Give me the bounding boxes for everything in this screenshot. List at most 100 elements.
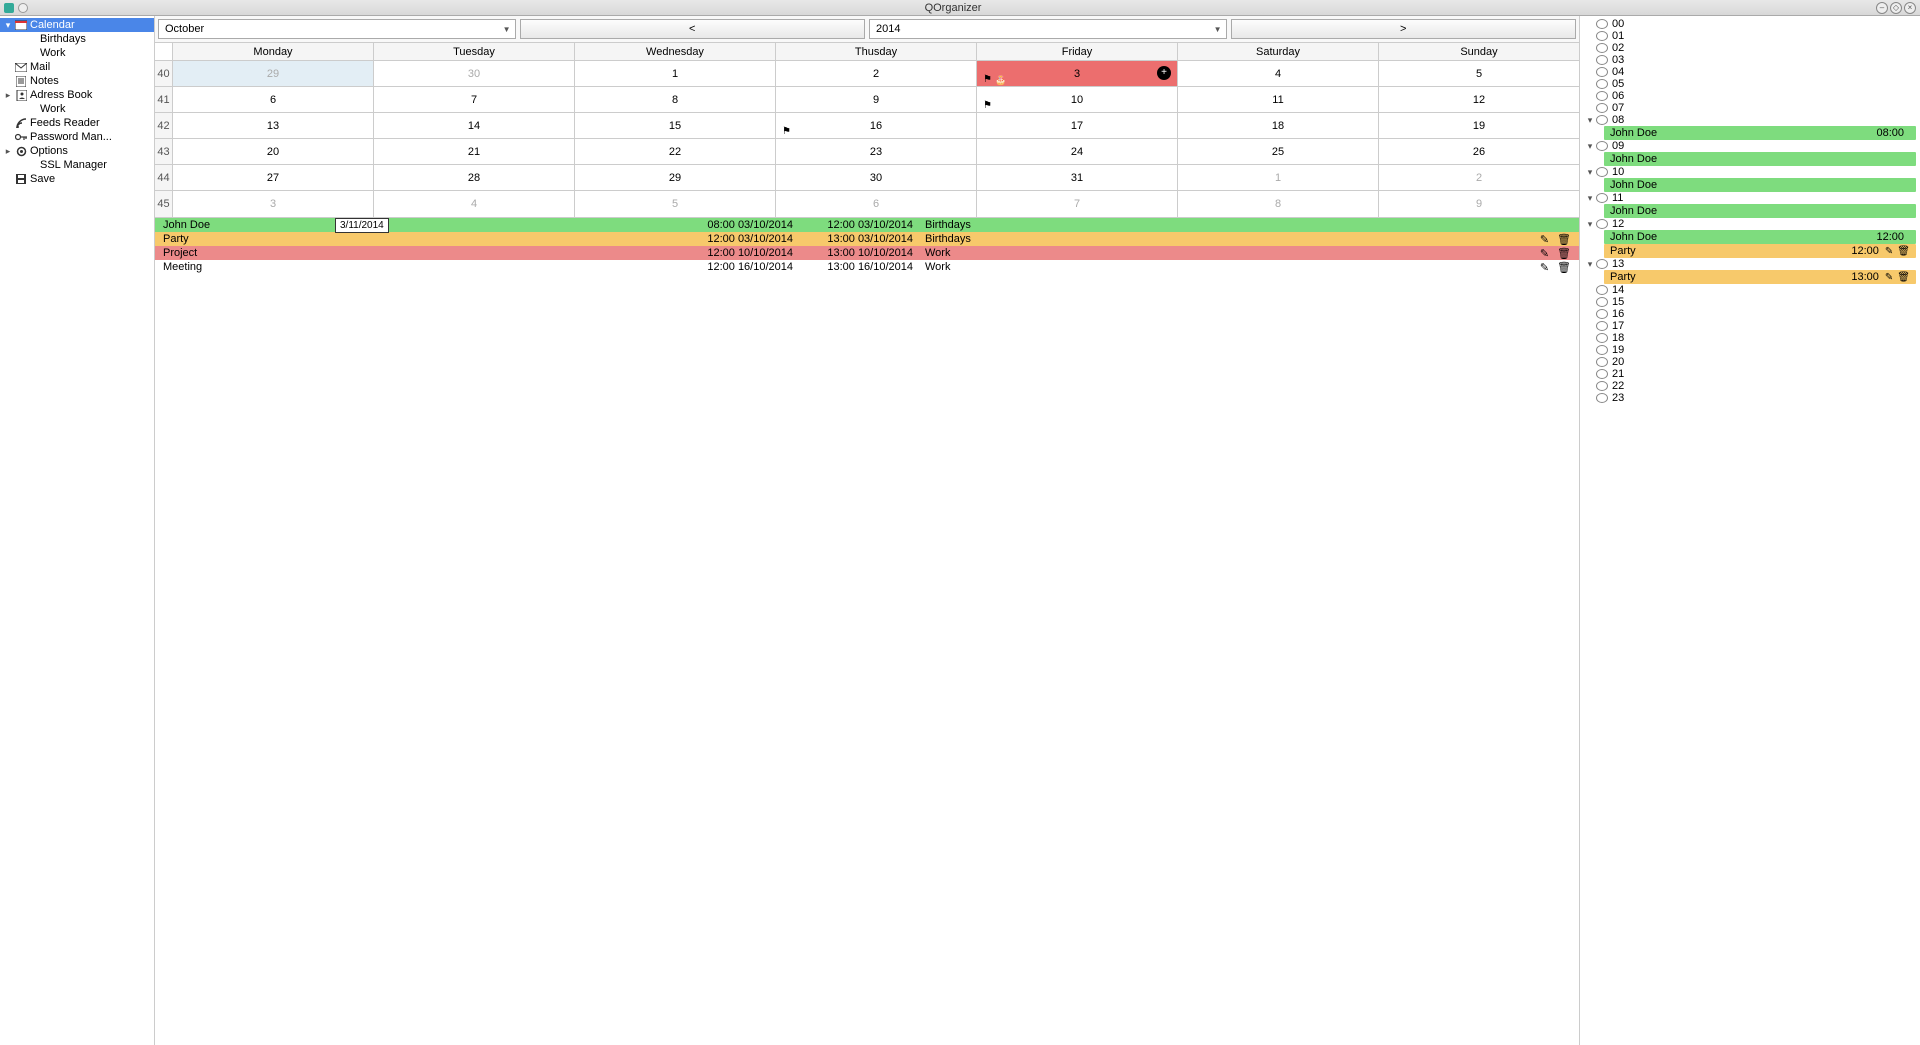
delete-icon[interactable]: 🗑 <box>1557 233 1571 246</box>
close-button[interactable]: × <box>1904 2 1916 14</box>
timeline-hour[interactable]: 01 <box>1584 30 1916 42</box>
event-row[interactable]: Party12:00 03/10/201413:00 03/10/2014Bir… <box>155 232 1579 246</box>
timeline-hour[interactable]: 21 <box>1584 368 1916 380</box>
edit-icon[interactable]: ✎ <box>1885 246 1893 257</box>
hour-radio-icon[interactable] <box>1596 297 1608 307</box>
delete-icon[interactable]: 🗑 <box>1897 272 1910 283</box>
month-select[interactable]: October ▼ <box>158 19 516 39</box>
timeline-event[interactable]: Party12:00✎🗑 <box>1604 244 1916 258</box>
sidebar-subitem-birthdays[interactable]: Birthdays <box>0 32 154 46</box>
delete-icon[interactable]: 🗑 <box>1557 247 1571 260</box>
calendar-cell[interactable]: 11 <box>1178 87 1379 112</box>
edit-icon[interactable]: ✎ <box>1885 272 1893 283</box>
timeline-hour[interactable]: ▾11 <box>1584 192 1916 204</box>
timeline-hour[interactable]: ▾12 <box>1584 218 1916 230</box>
sidebar-item-feeds-reader[interactable]: Feeds Reader <box>0 116 154 130</box>
hour-radio-icon[interactable] <box>1596 219 1608 229</box>
calendar-cell[interactable]: 8 <box>1178 191 1379 217</box>
hour-radio-icon[interactable] <box>1596 67 1608 77</box>
calendar-cell[interactable]: 28 <box>374 165 575 190</box>
timeline-hour[interactable]: 17 <box>1584 320 1916 332</box>
sidebar-item-save[interactable]: Save <box>0 172 154 186</box>
datebox[interactable]: 3/11/2014 <box>335 218 389 233</box>
calendar-cell[interactable]: 5 <box>575 191 776 217</box>
calendar-cell[interactable]: 8 <box>575 87 776 112</box>
calendar-cell[interactable]: 24 <box>977 139 1178 164</box>
hour-radio-icon[interactable] <box>1596 19 1608 29</box>
timeline-hour[interactable]: 05 <box>1584 78 1916 90</box>
expander-icon[interactable]: ▾ <box>1584 259 1596 270</box>
maximize-button[interactable]: ◇ <box>1890 2 1902 14</box>
minimize-button[interactable]: ‒ <box>1876 2 1888 14</box>
sidebar-subitem-work[interactable]: Work <box>0 102 154 116</box>
timeline-event[interactable]: John Doe <box>1604 204 1916 218</box>
year-select[interactable]: 2014 ▼ <box>869 19 1227 39</box>
timeline-hour[interactable]: 18 <box>1584 332 1916 344</box>
next-button[interactable]: > <box>1231 19 1577 39</box>
calendar-cell[interactable]: 7 <box>374 87 575 112</box>
hour-radio-icon[interactable] <box>1596 285 1608 295</box>
sidebar-item-notes[interactable]: Notes <box>0 74 154 88</box>
calendar-cell[interactable]: 3⚑🎂+ <box>977 61 1178 86</box>
timeline-hour[interactable]: ▾08 <box>1584 114 1916 126</box>
sidebar-item-mail[interactable]: Mail <box>0 60 154 74</box>
timeline-hour[interactable]: ▾09 <box>1584 140 1916 152</box>
timeline-event[interactable]: Party13:00✎🗑 <box>1604 270 1916 284</box>
expander-icon[interactable]: ▾ <box>1584 115 1596 126</box>
hour-radio-icon[interactable] <box>1596 79 1608 89</box>
timeline-hour[interactable]: 00 <box>1584 18 1916 30</box>
calendar-cell[interactable]: 27 <box>173 165 374 190</box>
calendar-cell[interactable]: 23 <box>776 139 977 164</box>
expander-icon[interactable]: ▾ <box>1584 219 1596 230</box>
calendar-cell[interactable]: 19 <box>1379 113 1579 138</box>
calendar-cell[interactable]: 25 <box>1178 139 1379 164</box>
calendar-cell[interactable]: 13 <box>173 113 374 138</box>
add-event-button[interactable]: + <box>1157 66 1171 80</box>
event-row[interactable]: Meeting12:00 16/10/201413:00 16/10/2014W… <box>155 260 1579 274</box>
calendar-cell[interactable]: 2 <box>1379 165 1579 190</box>
hour-radio-icon[interactable] <box>1596 333 1608 343</box>
calendar-cell[interactable]: 31 <box>977 165 1178 190</box>
sidebar-item-adress-book[interactable]: ▸Adress Book <box>0 88 154 102</box>
sidebar-subitem-ssl-manager[interactable]: SSL Manager <box>0 158 154 172</box>
timeline-hour[interactable]: 02 <box>1584 42 1916 54</box>
hour-radio-icon[interactable] <box>1596 103 1608 113</box>
calendar-cell[interactable]: 21 <box>374 139 575 164</box>
calendar-cell[interactable]: 22 <box>575 139 776 164</box>
timeline-event[interactable]: John Doe <box>1604 152 1916 166</box>
sidebar-item-options[interactable]: ▸Options <box>0 144 154 158</box>
hour-radio-icon[interactable] <box>1596 321 1608 331</box>
expander-icon[interactable]: ▾ <box>1584 193 1596 204</box>
calendar-cell[interactable]: 10⚑ <box>977 87 1178 112</box>
hour-radio-icon[interactable] <box>1596 31 1608 41</box>
hour-radio-icon[interactable] <box>1596 309 1608 319</box>
calendar-cell[interactable]: 29 <box>173 61 374 86</box>
timeline-event[interactable]: John Doe <box>1604 178 1916 192</box>
titlebar-bubble[interactable] <box>18 3 28 13</box>
sidebar-subitem-work[interactable]: Work <box>0 46 154 60</box>
timeline-hour[interactable]: 22 <box>1584 380 1916 392</box>
expander-icon[interactable]: ▾ <box>2 20 14 31</box>
hour-radio-icon[interactable] <box>1596 345 1608 355</box>
expander-icon[interactable]: ▸ <box>2 146 14 157</box>
timeline-hour[interactable]: 15 <box>1584 296 1916 308</box>
calendar-cell[interactable]: 3 <box>173 191 374 217</box>
calendar-cell[interactable]: 5 <box>1379 61 1579 86</box>
calendar-cell[interactable]: 15 <box>575 113 776 138</box>
expander-icon[interactable]: ▸ <box>2 90 14 101</box>
sidebar-item-calendar[interactable]: ▾Calendar <box>0 18 154 32</box>
calendar-cell[interactable]: 26 <box>1379 139 1579 164</box>
edit-icon[interactable]: ✎ <box>1540 233 1549 246</box>
event-row[interactable]: Project12:00 10/10/201413:00 10/10/2014W… <box>155 246 1579 260</box>
calendar-cell[interactable]: 18 <box>1178 113 1379 138</box>
hour-radio-icon[interactable] <box>1596 357 1608 367</box>
hour-radio-icon[interactable] <box>1596 167 1608 177</box>
calendar-cell[interactable]: 1 <box>1178 165 1379 190</box>
calendar-cell[interactable]: 30 <box>776 165 977 190</box>
hour-radio-icon[interactable] <box>1596 55 1608 65</box>
timeline-hour[interactable]: 06 <box>1584 90 1916 102</box>
timeline-event[interactable]: John Doe08:00 <box>1604 126 1916 140</box>
timeline-hour[interactable]: 20 <box>1584 356 1916 368</box>
hour-radio-icon[interactable] <box>1596 259 1608 269</box>
hour-radio-icon[interactable] <box>1596 393 1608 403</box>
